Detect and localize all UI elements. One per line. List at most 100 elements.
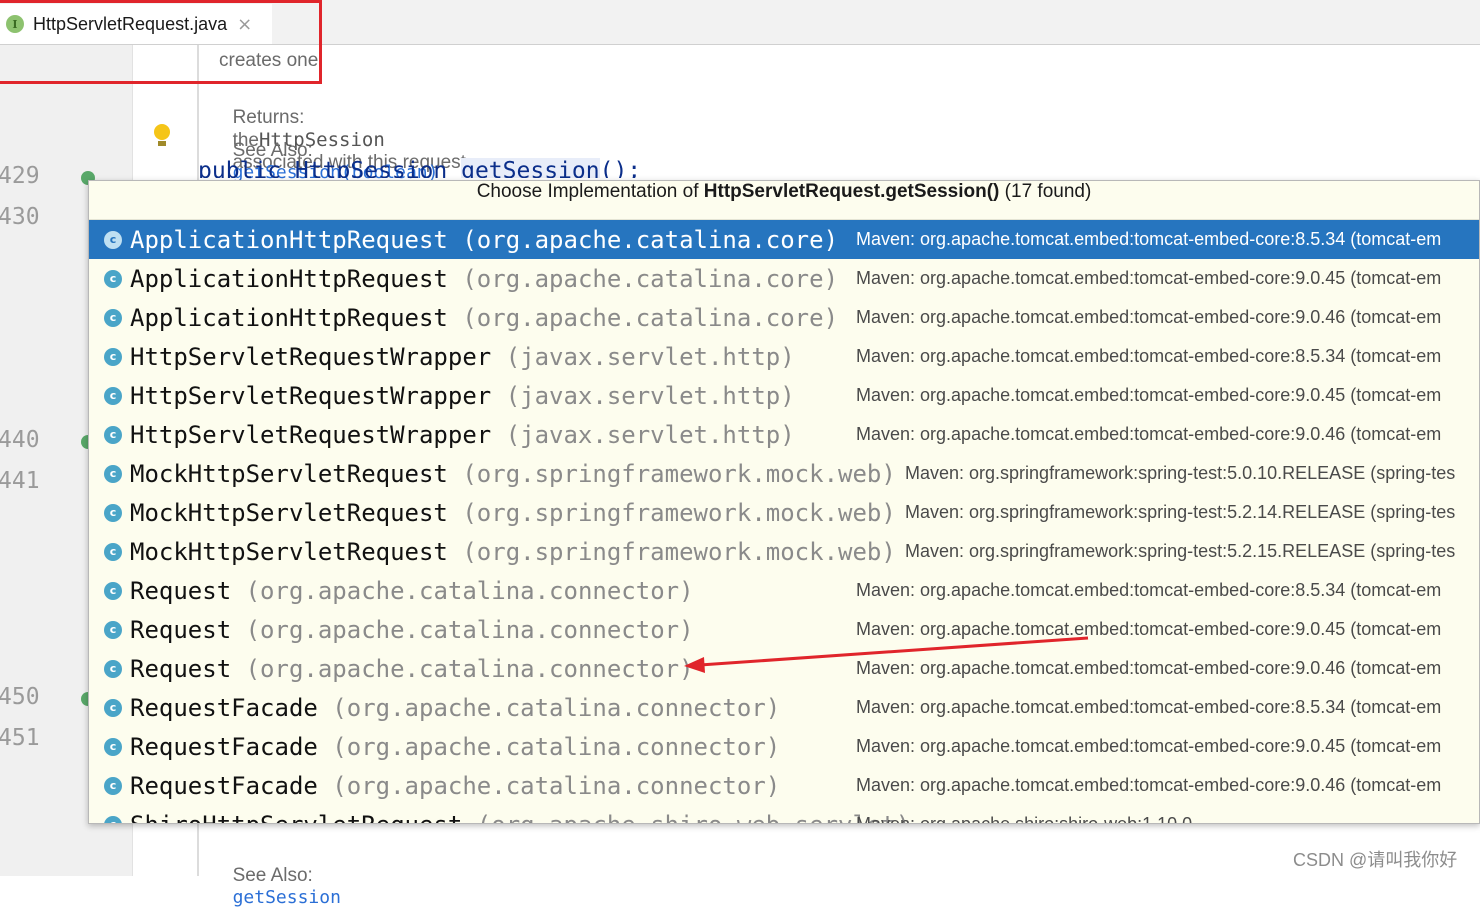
popup-title-method: HttpServletRequest.getSession() (703, 181, 1000, 202)
library-location: Maven: org.apache.tomcat.embed:tomcat-em… (856, 619, 1442, 639)
class-icon: c (104, 464, 122, 483)
class-name: HttpServletRequestWrapper (130, 381, 492, 410)
class-icon: c (104, 269, 122, 288)
library-location: Maven: org.apache.tomcat.embed:tomcat-em… (856, 268, 1442, 288)
implementation-row[interactable]: c ApplicationHttpRequest (org.apache.cata… (89, 259, 1479, 298)
popup-title-prefix: Choose Implementation of (476, 181, 704, 202)
class-icon: c (104, 620, 122, 639)
implementation-row[interactable]: c Request (org.apache.catalina.connector)… (89, 610, 1479, 649)
package-name: (org.apache.catalina.core) (462, 264, 839, 293)
class-name: RequestFacade (130, 771, 318, 800)
class-icon: c (104, 815, 122, 823)
class-icon: c (104, 659, 122, 678)
class-name: HttpServletRequestWrapper (130, 420, 492, 449)
class-icon: c (104, 776, 122, 795)
implementation-class: ShiroHttpServletRequest (org.apache.shir… (130, 811, 910, 824)
implementation-row[interactable]: c RequestFacade (org.apache.catalina.conn… (89, 727, 1479, 766)
library-location: Maven: org.apache.tomcat.embed:tomcat-em… (856, 697, 1442, 717)
package-name: (org.apache.shiro.web.servlet) (477, 811, 910, 824)
implementation-row[interactable]: c Request (org.apache.catalina.connector)… (89, 649, 1479, 688)
class-name: Request (130, 576, 232, 605)
line-number: 429 (0, 163, 40, 189)
implementation-class: Request (org.apache.catalina.connector) (130, 655, 694, 683)
implementation-class: RequestFacade (org.apache.catalina.conne… (130, 733, 780, 761)
implementation-row[interactable]: c HttpServletRequestWrapper (javax.servle… (89, 376, 1479, 415)
lightbulb-icon[interactable] (154, 124, 170, 146)
line-number: 430 (0, 204, 40, 230)
library-location: Maven: org.apache.tomcat.embed:tomcat-em… (856, 658, 1442, 678)
library-location: Maven: org.apache.shiro:shiro-web:1.10.0 (856, 814, 1193, 824)
line-number: 441 (0, 468, 40, 494)
class-icon: c (104, 503, 122, 522)
class-name: MockHttpServletRequest (130, 459, 448, 488)
implementation-row[interactable]: c MockHttpServletRequest (org.springframe… (89, 532, 1479, 571)
implementation-class: MockHttpServletRequest (org.springframew… (130, 499, 896, 527)
code-line-getsession[interactable]: public HttpSession getSession(); (198, 158, 641, 178)
implementation-row[interactable]: c ApplicationHttpRequest (org.apache.cata… (89, 220, 1479, 259)
implementation-class: HttpServletRequestWrapper (javax.servlet… (130, 382, 795, 410)
package-name: (org.springframework.mock.web) (462, 498, 896, 527)
implementation-row[interactable]: c MockHttpServletRequest (org.springframe… (89, 454, 1479, 493)
implementation-row[interactable]: c HttpServletRequestWrapper (javax.servle… (89, 337, 1479, 376)
class-name: ApplicationHttpRequest (130, 225, 448, 254)
implementation-row[interactable]: c RequestFacade (org.apache.catalina.conn… (89, 766, 1479, 805)
class-name: Request (130, 615, 232, 644)
class-name: RequestFacade (130, 693, 318, 722)
package-name: (org.apache.catalina.connector) (245, 654, 694, 683)
library-location: Maven: org.springframework:spring-test:5… (905, 541, 1456, 561)
implementation-class: Request (org.apache.catalina.connector) (130, 577, 694, 605)
implementation-row[interactable]: c Request (org.apache.catalina.connector)… (89, 571, 1479, 610)
tab-httpservletrequest-java[interactable]: I HttpServletRequest.java × (0, 4, 272, 44)
implementation-class: MockHttpServletRequest (org.springframew… (130, 538, 896, 566)
implementation-row[interactable]: c MockHttpServletRequest (org.springframe… (89, 493, 1479, 532)
library-location: Maven: org.springframework:spring-test:5… (905, 502, 1456, 522)
class-icon: c (104, 542, 122, 561)
package-name: (org.apache.catalina.connector) (332, 732, 781, 761)
watermark: CSDN @请叫我你好 (1293, 850, 1458, 870)
implementation-row[interactable]: c ShiroHttpServletRequest (org.apache.shi… (89, 805, 1479, 824)
implementation-row[interactable]: c RequestFacade (org.apache.catalina.conn… (89, 688, 1479, 727)
implementation-class: ApplicationHttpRequest (org.apache.catal… (130, 265, 838, 293)
editor-tab-bar: I HttpServletRequest.java × (0, 0, 1480, 45)
popup-title: Choose Implementation of HttpServletRequ… (89, 181, 1479, 220)
implementation-class: Request (org.apache.catalina.connector) (130, 616, 694, 644)
implementation-class: MockHttpServletRequest (org.springframew… (130, 460, 896, 488)
close-icon[interactable]: × (237, 14, 252, 35)
package-name: (javax.servlet.http) (505, 420, 795, 449)
package-name: (org.springframework.mock.web) (462, 537, 896, 566)
class-icon: c (104, 581, 122, 600)
implementation-class: ApplicationHttpRequest (org.apache.catal… (130, 226, 838, 254)
class-icon: c (104, 230, 122, 249)
class-icon: c (104, 425, 122, 444)
implementation-row[interactable]: c ApplicationHttpRequest (org.apache.cata… (89, 298, 1479, 337)
class-name: HttpServletRequestWrapper (130, 342, 492, 371)
implementation-class: ApplicationHttpRequest (org.apache.catal… (130, 304, 838, 332)
package-name: (org.apache.catalina.connector) (245, 615, 694, 644)
class-name: MockHttpServletRequest (130, 498, 448, 527)
code-suffix: (); (599, 158, 642, 178)
library-location: Maven: org.apache.tomcat.embed:tomcat-em… (856, 346, 1442, 366)
tab-label: HttpServletRequest.java (33, 13, 228, 34)
class-name: ApplicationHttpRequest (130, 303, 448, 332)
package-name: (org.apache.catalina.connector) (332, 771, 781, 800)
class-name: ApplicationHttpRequest (130, 264, 448, 293)
class-icon: c (104, 386, 122, 405)
implementation-row[interactable]: c HttpServletRequestWrapper (javax.servle… (89, 415, 1479, 454)
package-name: (org.apache.catalina.connector) (245, 576, 694, 605)
class-icon: c (104, 308, 122, 327)
package-name: (org.apache.catalina.core) (462, 303, 839, 332)
library-location: Maven: org.apache.tomcat.embed:tomcat-em… (856, 775, 1442, 795)
see-also-link[interactable]: getSession (233, 887, 341, 908)
package-name: (org.apache.catalina.core) (462, 225, 839, 254)
implementation-class: RequestFacade (org.apache.catalina.conne… (130, 772, 780, 800)
code-method: getSession (461, 158, 600, 178)
implementation-class: RequestFacade (org.apache.catalina.conne… (130, 694, 780, 722)
class-icon: c (104, 698, 122, 717)
library-location: Maven: org.apache.tomcat.embed:tomcat-em… (856, 424, 1442, 444)
line-number: 440 (0, 427, 40, 453)
package-name: (javax.servlet.http) (505, 381, 795, 410)
implementation-class: HttpServletRequestWrapper (javax.servlet… (130, 343, 795, 371)
library-location: Maven: org.apache.tomcat.embed:tomcat-em… (856, 736, 1442, 756)
library-location: Maven: org.apache.tomcat.embed:tomcat-em… (856, 580, 1442, 600)
package-name: (org.springframework.mock.web) (462, 459, 896, 488)
